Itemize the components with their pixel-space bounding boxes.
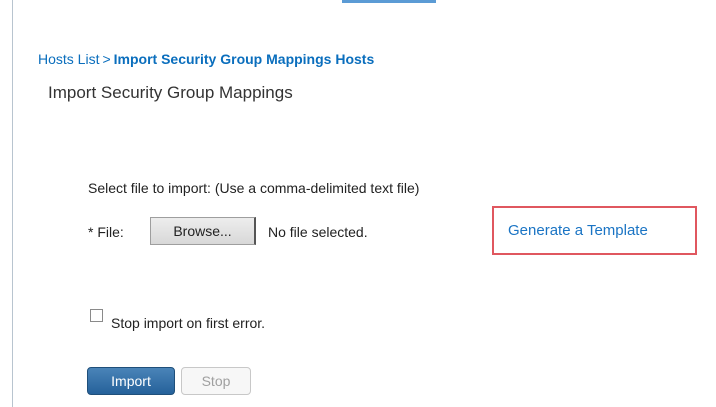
breadcrumb: Hosts List > Import Security Group Mapping…	[38, 50, 374, 68]
file-field-label: * File:	[88, 224, 124, 240]
browse-button[interactable]: Browse...	[150, 217, 256, 245]
import-security-group-mappings-page: Hosts List > Import Security Group Mapping…	[0, 0, 716, 407]
import-instructions: Select file to import: (Use a comma-deli…	[88, 180, 420, 196]
content-left-border	[12, 0, 13, 407]
stop-button[interactable]: Stop	[181, 367, 251, 395]
stop-on-first-error-checkbox[interactable]	[90, 309, 103, 322]
breadcrumb-hosts-list-link[interactable]: Hosts List	[38, 51, 99, 67]
active-tab-indicator	[342, 0, 436, 3]
generate-template-link[interactable]: Generate a Template	[508, 222, 648, 240]
breadcrumb-current-page: Import Security Group Mappings Hosts	[113, 51, 375, 67]
breadcrumb-separator: >	[102, 51, 111, 67]
import-button[interactable]: Import	[87, 367, 175, 395]
stop-on-first-error-label[interactable]: Stop import on first error.	[111, 314, 265, 332]
page-title: Import Security Group Mappings	[48, 83, 293, 102]
file-status-text: No file selected.	[268, 224, 368, 240]
